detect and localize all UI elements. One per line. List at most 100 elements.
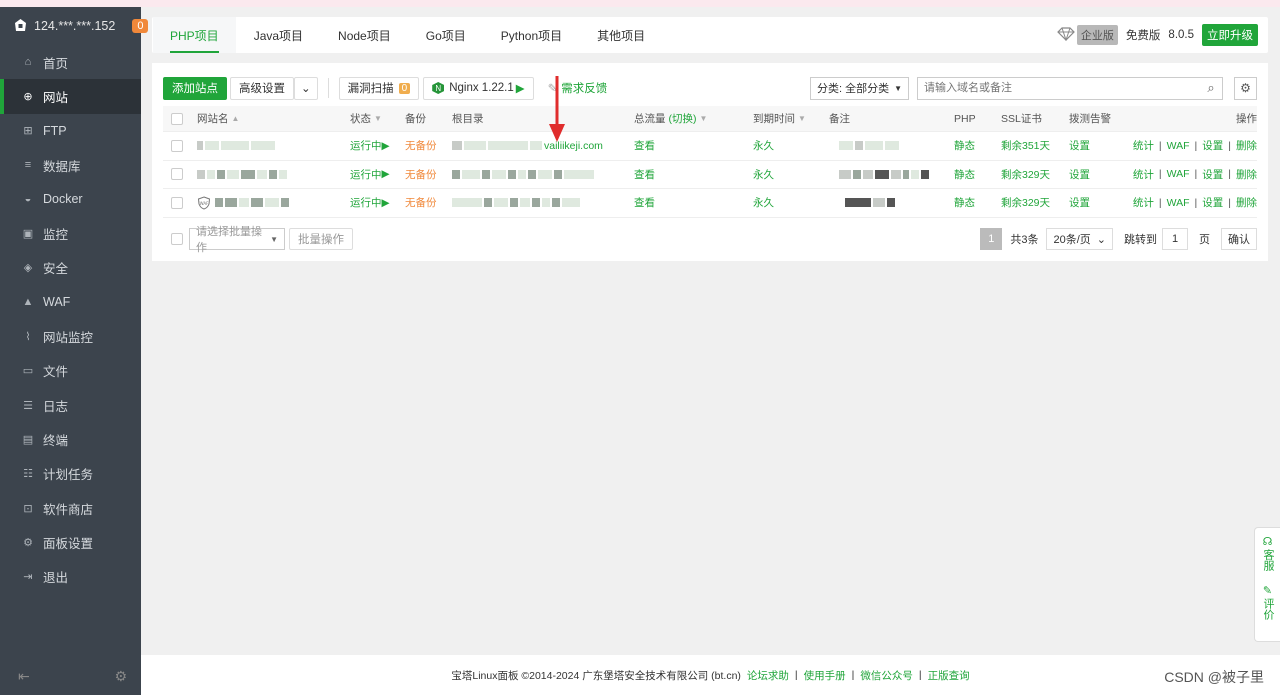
sidebar-item-chart[interactable]: ⌇ 网站监控 xyxy=(0,319,141,353)
add-site-button[interactable]: 添加站点 xyxy=(163,76,227,100)
search-input[interactable] xyxy=(918,77,1200,99)
remark-redacted[interactable] xyxy=(845,189,895,217)
col-name[interactable]: 网站名 ▲ xyxy=(197,106,239,131)
batch-action-select[interactable]: 请选择批量操作 ▼ xyxy=(189,226,285,254)
alert-settings-link[interactable]: 设置 xyxy=(1069,161,1090,189)
ssl-status[interactable]: 剩余329天 xyxy=(1001,189,1050,217)
root-path[interactable]: vailiikeji.com xyxy=(452,132,603,160)
row-checkbox[interactable] xyxy=(171,189,183,217)
stats-link[interactable]: 统计 xyxy=(1133,195,1154,210)
expire-value[interactable]: 永久 xyxy=(753,189,774,217)
manual-link[interactable]: 使用手册 xyxy=(804,668,846,683)
forum-link[interactable]: 论坛求助 xyxy=(747,668,789,683)
sidebar-item-shield[interactable]: ◈ 安全 xyxy=(0,251,141,285)
enterprise-badge[interactable]: 企业版 xyxy=(1057,25,1118,45)
ssl-status[interactable]: 剩余351天 xyxy=(1001,132,1050,160)
search-icon[interactable]: ⌕ xyxy=(1200,80,1222,96)
col-status[interactable]: 状态 ▼ xyxy=(350,106,382,131)
expire-value[interactable]: 永久 xyxy=(753,132,774,160)
category-select[interactable]: 分类: 全部分类 ▼ xyxy=(810,76,909,100)
sidebar-item-database[interactable]: ≡ 数据库 xyxy=(0,148,141,182)
alert-settings-link[interactable]: 设置 xyxy=(1069,189,1090,217)
sidebar-item-terminal[interactable]: ▤ 终端 xyxy=(0,422,141,456)
status-running[interactable]: 运行中 ▶ xyxy=(350,161,390,189)
waf-link[interactable]: WAF xyxy=(1167,197,1190,209)
sidebar-item-ftp[interactable]: ⊞ FTP xyxy=(0,114,141,148)
sidebar-item-home[interactable]: ⌂ 首页 xyxy=(0,45,141,79)
review-button[interactable]: ✎ 评价 xyxy=(1261,585,1274,620)
table-settings-button[interactable]: ⚙ xyxy=(1234,76,1257,100)
site-name-redacted[interactable]: WAF xyxy=(197,189,289,217)
sidebar-item-globe[interactable]: ⊕ 网站 xyxy=(0,79,141,114)
stats-link[interactable]: 统计 xyxy=(1133,138,1154,153)
ftp-icon: ⊞ xyxy=(23,125,33,138)
tab-1[interactable]: Java项目 xyxy=(237,17,320,53)
tab-4[interactable]: Python项目 xyxy=(484,17,579,53)
settings-link[interactable]: 设置 xyxy=(1202,167,1223,182)
confirm-jump-button[interactable]: 确认 xyxy=(1221,228,1257,250)
sidebar-item-folder[interactable]: ▭ 文件 xyxy=(0,354,141,388)
sidebar-item-waf[interactable]: ▲ WAF xyxy=(0,285,141,319)
settings-link[interactable]: 设置 xyxy=(1202,138,1223,153)
status-running[interactable]: 运行中 ▶ xyxy=(350,132,390,160)
backup-status[interactable]: 无备份 xyxy=(405,161,437,189)
delete-link[interactable]: 删除 xyxy=(1236,167,1257,182)
row-checkbox[interactable] xyxy=(171,161,183,189)
site-name-redacted[interactable] xyxy=(197,132,275,160)
php-version[interactable]: 静态 xyxy=(954,161,975,189)
waf-link[interactable]: WAF xyxy=(1167,140,1190,152)
per-page-select[interactable]: 20条/页 ⌄ xyxy=(1046,228,1113,250)
delete-link[interactable]: 删除 xyxy=(1236,138,1257,153)
nginx-button[interactable]: N Nginx 1.22.1 ▶ xyxy=(423,76,534,100)
license-check-link[interactable]: 正版查询 xyxy=(928,668,970,683)
php-version[interactable]: 静态 xyxy=(954,189,975,217)
traffic-view-link[interactable]: 查看 xyxy=(634,189,655,217)
root-path-redacted[interactable] xyxy=(452,161,594,189)
tab-3[interactable]: Go项目 xyxy=(409,17,483,53)
vuln-scan-button[interactable]: 漏洞扫描 0 xyxy=(338,76,420,100)
tab-5[interactable]: 其他项目 xyxy=(580,17,662,53)
remark-redacted[interactable] xyxy=(839,161,929,189)
sidebar-item-logout[interactable]: ⇥ 退出 xyxy=(0,559,141,593)
traffic-switch-link[interactable]: (切换) xyxy=(669,111,697,126)
jump-page-input[interactable]: 1 xyxy=(1162,228,1188,250)
alert-settings-link[interactable]: 设置 xyxy=(1069,132,1090,160)
settings-link[interactable]: 设置 xyxy=(1202,195,1223,210)
wechat-link[interactable]: 微信公众号 xyxy=(860,668,913,683)
batch-select-checkbox[interactable] xyxy=(171,233,183,245)
page-current[interactable]: 1 xyxy=(980,228,1003,250)
ssl-status[interactable]: 剩余329天 xyxy=(1001,161,1050,189)
site-name-redacted[interactable] xyxy=(197,161,287,189)
upgrade-button[interactable]: 立即升级 xyxy=(1202,24,1258,46)
waf-link[interactable]: WAF xyxy=(1167,168,1190,180)
sidebar-item-log[interactable]: ☰ 日志 xyxy=(0,388,141,422)
traffic-view-link[interactable]: 查看 xyxy=(634,132,655,160)
customer-service-button[interactable]: ☊ 客服 xyxy=(1261,536,1274,571)
status-running[interactable]: 运行中 ▶ xyxy=(350,189,390,217)
stats-link[interactable]: 统计 xyxy=(1133,167,1154,182)
backup-status[interactable]: 无备份 xyxy=(405,189,437,217)
tab-0[interactable]: PHP项目 xyxy=(153,17,236,53)
collapse-icon[interactable]: ⇤ xyxy=(18,668,30,685)
batch-action-button[interactable]: 批量操作 xyxy=(289,228,353,250)
expire-value[interactable]: 永久 xyxy=(753,161,774,189)
php-version[interactable]: 静态 xyxy=(954,132,975,160)
gear-icon[interactable]: ⚙ xyxy=(114,668,127,685)
root-path-redacted[interactable] xyxy=(452,189,580,217)
sidebar-item-store[interactable]: ⊡ 软件商店 xyxy=(0,491,141,525)
select-all-checkbox[interactable] xyxy=(171,106,183,131)
backup-status[interactable]: 无备份 xyxy=(405,132,437,160)
sidebar-item-task[interactable]: ☷ 计划任务 xyxy=(0,457,141,491)
remark-redacted[interactable] xyxy=(839,132,899,160)
tab-2[interactable]: Node项目 xyxy=(321,17,408,53)
advanced-settings-button[interactable]: 高级设置 xyxy=(230,76,294,100)
sidebar-item-settings[interactable]: ⚙ 面板设置 xyxy=(0,525,141,559)
col-expire[interactable]: 到期时间 ▼ xyxy=(753,106,806,131)
row-checkbox[interactable] xyxy=(171,132,183,160)
traffic-view-link[interactable]: 查看 xyxy=(634,161,655,189)
sidebar-item-monitor[interactable]: ▣ 监控 xyxy=(0,216,141,250)
sidebar-item-docker[interactable]: ◒ Docker xyxy=(0,182,141,216)
advanced-dropdown-button[interactable]: ⌄ xyxy=(294,76,318,100)
col-traffic[interactable]: 总流量 (切换) ▼ xyxy=(634,106,707,131)
delete-link[interactable]: 删除 xyxy=(1236,195,1257,210)
